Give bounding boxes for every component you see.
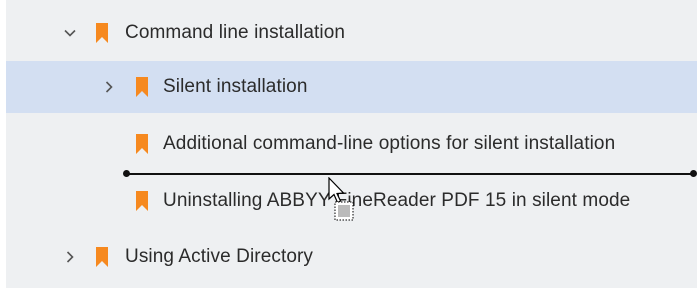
drop-insertion-line	[124, 173, 694, 175]
bookmark-icon	[96, 23, 108, 43]
bookmark-icon	[136, 77, 148, 97]
drag-move-cursor-icon	[328, 177, 354, 221]
bookmark-icon	[136, 191, 148, 211]
tree-item-using-active-directory[interactable]: Using Active Directory	[6, 231, 697, 283]
tree-item-additional-command-line-options[interactable]: Additional command-line options for sile…	[6, 118, 697, 170]
bookmark-icon	[136, 134, 148, 154]
tree-item-label: Silent installation	[163, 76, 308, 97]
tree-item-label: Command line installation	[125, 22, 346, 43]
bookmarks-tree-panel: Command line installation Silent install…	[6, 0, 697, 288]
chevron-right-icon[interactable]	[101, 79, 117, 95]
tree-item-label: Additional command-line options for sile…	[163, 133, 616, 154]
chevron-right-icon[interactable]	[62, 249, 78, 265]
tree-item-label: Using Active Directory	[125, 246, 314, 267]
tree-item-silent-installation[interactable]: Silent installation	[6, 61, 697, 113]
bookmark-icon	[96, 247, 108, 267]
tree-item-label: Uninstalling ABBYY FineReader PDF 15 in …	[163, 190, 631, 211]
chevron-down-icon[interactable]	[62, 25, 78, 41]
tree-item-command-line-installation[interactable]: Command line installation	[6, 7, 697, 59]
drop-insertion-start-dot	[123, 170, 130, 177]
drop-insertion-end-dot	[690, 170, 697, 177]
